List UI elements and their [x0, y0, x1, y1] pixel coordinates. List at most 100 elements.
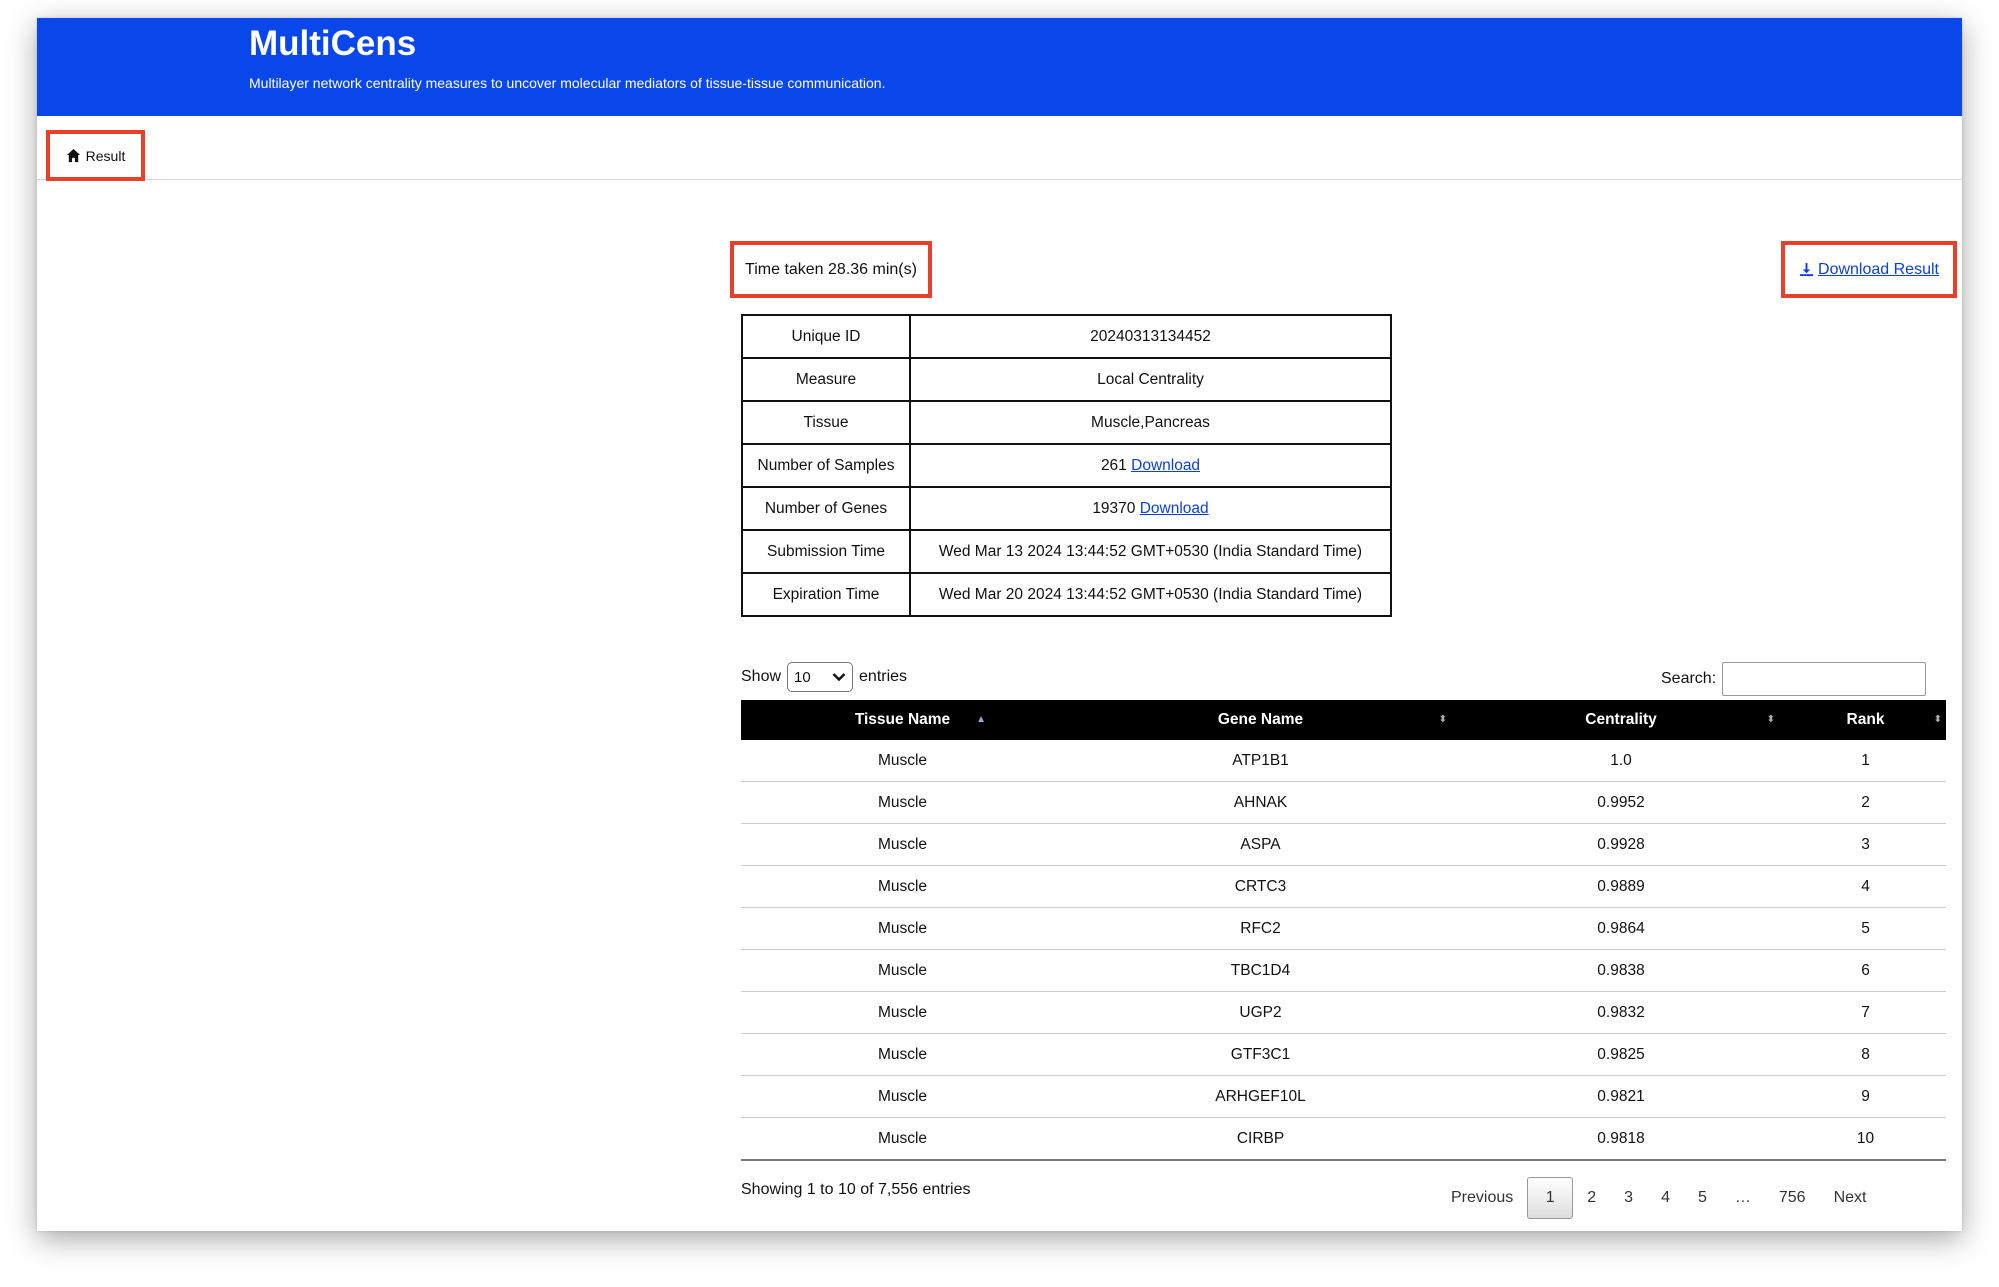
tab-result[interactable]: Result — [46, 130, 145, 181]
info-row: Expiration Time Wed Mar 20 2024 13:44:52 … — [741, 572, 1392, 617]
search-input[interactable] — [1722, 662, 1927, 696]
info-value-text: Wed Mar 13 2024 13:44:52 GMT+0530 (India… — [938, 542, 1363, 560]
previous-button[interactable]: Previous — [1437, 1178, 1527, 1218]
info-value-text: Local Centrality — [1097, 370, 1204, 388]
app-subtitle: Multilayer network centrality measures t… — [249, 75, 886, 91]
column-header-tissue[interactable]: Tissue Name ▲ — [741, 711, 1064, 729]
rank-cell: 10 — [1856, 1129, 1875, 1147]
tissue-cell: Muscle — [877, 751, 928, 769]
tissue-cell: Muscle — [877, 919, 928, 937]
page-list: 1 2 3 4 5 … 756 — [1527, 1177, 1819, 1219]
centrality-cell: 0.9952 — [1597, 793, 1645, 811]
download-result-link[interactable]: Download Result — [1799, 261, 1939, 279]
gene-cell: AHNAK — [1233, 793, 1288, 811]
info-row: Submission Time Wed Mar 13 2024 13:44:52 … — [741, 529, 1392, 574]
time-taken: Time taken 28.36 min(s) — [730, 241, 932, 298]
gene-cell: TBC1D4 — [1230, 961, 1291, 979]
info-row: Unique ID 20240313134452 — [741, 314, 1392, 359]
info-value: Muscle,Pancreas — [909, 400, 1392, 445]
info-row: Measure Local Centrality — [741, 357, 1392, 402]
rank-cell: 2 — [1861, 793, 1870, 811]
rank-cell: 5 — [1861, 919, 1870, 937]
table-body: Muscle ATP1B1 1.0 1 Muscle AHNAK 0.9952 2 Muscle… — [741, 740, 1946, 1161]
info-value-text: Wed Mar 20 2024 13:44:52 GMT+0530 (India… — [938, 585, 1363, 603]
pagination: Previous 1 2 3 4 5 … 756 Next — [1437, 1176, 1880, 1220]
rank-cell: 9 — [1861, 1087, 1870, 1105]
info-key: Number of Samples — [741, 443, 911, 488]
info-value-text: 19370 — [1092, 499, 1136, 517]
entries-select[interactable]: 10 — [787, 662, 854, 692]
page-button[interactable]: 2 — [1573, 1178, 1610, 1218]
download-icon — [1799, 262, 1814, 277]
job-info-table: Unique ID 20240313134452 Measure Local Cent… — [741, 314, 1392, 617]
rank-cell: 4 — [1861, 877, 1870, 895]
table-row: Muscle ASPA 0.9928 3 — [741, 824, 1946, 866]
info-value-text: 20240313134452 — [1090, 327, 1211, 345]
column-header-rank[interactable]: Rank ⬍ — [1785, 711, 1946, 729]
table-row: Muscle AHNAK 0.9952 2 — [741, 782, 1946, 824]
sort-icon: ⬍ — [1438, 714, 1447, 725]
results-table: Tissue Name ▲ Gene Name ⬍ Centrality ⬍ R… — [741, 700, 1946, 1161]
tissue-cell: Muscle — [877, 961, 928, 979]
page-button[interactable]: 1 — [1527, 1177, 1574, 1219]
entries-label: entries — [859, 668, 908, 685]
rank-cell: 1 — [1861, 751, 1870, 769]
next-button[interactable]: Next — [1820, 1178, 1881, 1218]
info-value: Local Centrality — [909, 357, 1392, 402]
column-header-gene[interactable]: Gene Name ⬍ — [1064, 711, 1457, 729]
show-label: Show — [741, 668, 782, 685]
info-row: Number of Samples 261 Download — [741, 443, 1392, 488]
search-label: Search: — [1661, 670, 1717, 687]
info-value-text: 261 — [1100, 456, 1127, 474]
rank-cell: 8 — [1861, 1045, 1870, 1063]
home-icon — [66, 148, 80, 163]
app-header: MultiCens Multilayer network centrality … — [37, 18, 1962, 116]
entries-select-value: 10 — [794, 668, 811, 686]
centrality-cell: 0.9928 — [1597, 835, 1645, 853]
centrality-cell: 0.9889 — [1597, 877, 1645, 895]
column-header-label: Gene Name — [1217, 711, 1304, 728]
info-value: Wed Mar 20 2024 13:44:52 GMT+0530 (India… — [909, 572, 1392, 617]
table-row: Muscle RFC2 0.9864 5 — [741, 908, 1946, 950]
download-result-label: Download Result — [1818, 260, 1939, 278]
info-value: Wed Mar 13 2024 13:44:52 GMT+0530 (India… — [909, 529, 1392, 574]
gene-cell: ASPA — [1240, 835, 1281, 853]
tab-result-label: Result — [85, 147, 126, 164]
centrality-cell: 0.9821 — [1597, 1087, 1645, 1105]
app-title: MultiCens — [249, 24, 417, 63]
tissue-cell: Muscle — [877, 1129, 928, 1147]
gene-cell: ATP1B1 — [1232, 751, 1289, 769]
info-value-text: Muscle,Pancreas — [1091, 413, 1210, 431]
rank-cell: 6 — [1861, 961, 1870, 979]
rank-cell: 7 — [1861, 1003, 1870, 1021]
info-row: Tissue Muscle,Pancreas — [741, 400, 1392, 445]
show-entries: Show 10 entries — [741, 662, 907, 692]
page-button[interactable]: 756 — [1765, 1178, 1820, 1218]
sort-asc-icon: ▲ — [976, 714, 986, 725]
page-button[interactable]: 4 — [1647, 1178, 1684, 1218]
download-link[interactable]: Download — [1140, 500, 1209, 517]
download-link[interactable]: Download — [1131, 457, 1200, 474]
time-taken-text: Time taken 28.36 min(s) — [745, 260, 917, 278]
table-row: Muscle GTF3C1 0.9825 8 — [741, 1034, 1946, 1076]
browser-window: MultiCens Multilayer network centrality … — [37, 18, 1962, 1231]
download-result-box: Download Result — [1781, 241, 1957, 298]
gene-cell: UGP2 — [1239, 1003, 1282, 1021]
column-header-centrality[interactable]: Centrality ⬍ — [1457, 711, 1785, 729]
info-value: 261 Download — [909, 443, 1392, 488]
table-header: Tissue Name ▲ Gene Name ⬍ Centrality ⬍ R… — [741, 700, 1946, 740]
page-button[interactable]: 3 — [1610, 1178, 1647, 1218]
gene-cell: CRTC3 — [1234, 877, 1287, 895]
info-key: Submission Time — [741, 529, 911, 574]
table-row: Muscle CIRBP 0.9818 10 — [741, 1118, 1946, 1161]
info-key: Expiration Time — [741, 572, 911, 617]
page-button[interactable]: 5 — [1684, 1178, 1721, 1218]
centrality-cell: 0.9838 — [1597, 961, 1645, 979]
info-key: Tissue — [741, 400, 911, 445]
info-key: Unique ID — [741, 314, 911, 359]
table-row: Muscle CRTC3 0.9889 4 — [741, 866, 1946, 908]
centrality-cell: 0.9832 — [1597, 1003, 1645, 1021]
tab-bar — [37, 116, 1962, 180]
gene-cell: RFC2 — [1240, 919, 1281, 937]
tissue-cell: Muscle — [877, 877, 928, 895]
